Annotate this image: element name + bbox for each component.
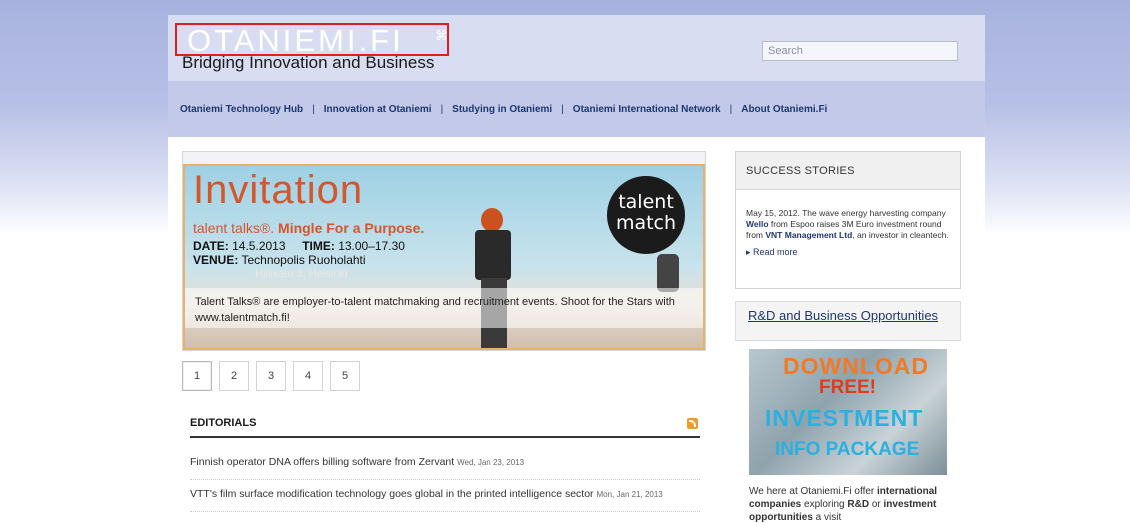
rd-opportunities-box: R&D and Business Opportunities DOWNLOAD …	[735, 301, 961, 523]
talent-match-badge: talent match	[607, 176, 685, 254]
story-investor: VNT Management Ltd	[765, 230, 853, 240]
slide-address: Hiilikatu 3, Helsinki	[255, 268, 348, 280]
rd-text-part: exploring	[801, 499, 848, 510]
background-figure	[657, 254, 679, 292]
pager-page-4[interactable]: 4	[293, 361, 323, 391]
rd-opportunities-heading[interactable]: R&D and Business Opportunities	[735, 301, 961, 341]
time-label: TIME:	[302, 239, 335, 253]
jetpack-man-body	[475, 230, 511, 280]
rd-text-part: or	[869, 499, 884, 510]
story-text-part: May 15, 2012. The wave energy harvesting…	[746, 208, 946, 218]
success-stories-box: SUCCESS STORIES May 15, 2012. The wave e…	[735, 151, 961, 289]
date-label: DATE:	[193, 239, 229, 253]
editorial-item: VTT's film surface modification technolo…	[190, 488, 700, 512]
nav-item-technology-hub[interactable]: Otaniemi Technology Hub	[180, 104, 303, 115]
site-tagline: Bridging Innovation and Business	[182, 53, 435, 72]
promo-line-2: FREE!	[819, 377, 876, 398]
date-value: 14.5.2013	[232, 239, 286, 253]
badge-line-1: talent	[618, 191, 674, 213]
promo-line-3: INVESTMENT	[765, 405, 924, 431]
rd-description: We here at Otaniemi.Fi offer internation…	[749, 485, 959, 523]
investment-promo-banner[interactable]: DOWNLOAD FREE! INVESTMENT INFO PACKAGE	[749, 349, 947, 475]
story-text-part: , an investor in cleantech.	[852, 230, 949, 240]
editorial-date: Wed, Jan 23, 2013	[457, 458, 525, 467]
slide-invitation[interactable]: Invitation talent talks®. Mingle For a P…	[183, 164, 705, 350]
search-input[interactable]	[762, 41, 958, 61]
rd-text-bold: R&D	[847, 499, 870, 510]
jetpack-man-head	[481, 208, 503, 232]
editorials-heading: EDITORIALS	[190, 417, 700, 438]
read-more-link[interactable]: ▸ Read more	[736, 241, 960, 258]
editorial-link[interactable]: Finnish operator DNA offers billing soft…	[190, 456, 454, 468]
sidebar: SUCCESS STORIES May 15, 2012. The wave e…	[725, 137, 969, 523]
site-logo[interactable]: OTANIEMI.FI ⌘	[175, 23, 449, 58]
editorial-link[interactable]: VTT's film surface modification technolo…	[190, 488, 594, 500]
rd-text-part: We here at Otaniemi.Fi offer	[749, 486, 878, 497]
success-stories-heading: SUCCESS STORIES	[736, 152, 960, 190]
nav-separator: |	[440, 103, 444, 115]
slide-title: Invitation	[193, 168, 364, 212]
pager-page-3[interactable]: 3	[256, 361, 286, 391]
nav-separator: |	[561, 103, 564, 115]
promo-line-4: INFO PACKAGE	[775, 439, 920, 460]
slide-date-time: DATE: 14.5.2013 TIME: 13.00–17.30	[193, 239, 405, 253]
pager-page-1[interactable]: 1	[182, 361, 212, 391]
slide-talks: talent talks®. Mingle For a Purpose.	[193, 220, 424, 236]
rss-icon[interactable]	[687, 418, 698, 429]
venue-value: Technopolis Ruoholahti	[241, 253, 366, 267]
time-value: 13.00–17.30	[338, 239, 405, 253]
read-more-label: Read more	[753, 247, 798, 257]
slide-caption: Talent Talks® are employer-to-talent mat…	[185, 288, 703, 328]
main-nav: Otaniemi Technology Hub | Innovation at …	[168, 81, 985, 137]
nav-item-innovation[interactable]: Innovation at Otaniemi	[324, 104, 432, 115]
site-header: OTANIEMI.FI ⌘ Bridging Innovation and Bu…	[168, 15, 985, 81]
editorial-item: Finnish operator DNA offers billing soft…	[190, 456, 700, 480]
venue-label: VENUE:	[193, 253, 239, 267]
featured-slider: Invitation talent talks®. Mingle For a P…	[182, 151, 706, 351]
slider-pager: 1 2 3 4 5	[182, 361, 360, 391]
pager-page-2[interactable]: 2	[219, 361, 249, 391]
badge-line-2: match	[615, 212, 677, 234]
editorials-title: EDITORIALS	[190, 417, 257, 429]
page-wrapper: OTANIEMI.FI ⌘ Bridging Innovation and Bu…	[168, 15, 985, 523]
editorial-date: Mon, Jan 21, 2013	[596, 490, 663, 499]
main-content: Invitation talent talks®. Mingle For a P…	[168, 137, 985, 523]
rd-text-part: a visit	[812, 512, 842, 523]
slide-venue: VENUE: Technopolis Ruoholahti	[193, 253, 366, 267]
nav-item-international-network[interactable]: Otaniemi International Network	[573, 104, 721, 115]
logo-mark-icon: ⌘	[435, 28, 448, 43]
nav-separator: |	[312, 103, 315, 115]
story-company: Wello	[746, 219, 769, 229]
pager-page-5[interactable]: 5	[330, 361, 360, 391]
talks-tagline: Mingle For a Purpose.	[278, 220, 425, 236]
nav-separator: |	[729, 103, 733, 115]
talks-brand: talent talks®.	[193, 220, 275, 236]
nav-item-studying[interactable]: Studying in Otaniemi	[452, 104, 552, 115]
promo-line-1: DOWNLOAD	[783, 353, 929, 379]
nav-item-about[interactable]: About Otaniemi.Fi	[741, 104, 827, 115]
success-story-text: May 15, 2012. The wave energy harvesting…	[736, 190, 960, 241]
bullet-arrow-icon: ▸	[746, 247, 754, 257]
